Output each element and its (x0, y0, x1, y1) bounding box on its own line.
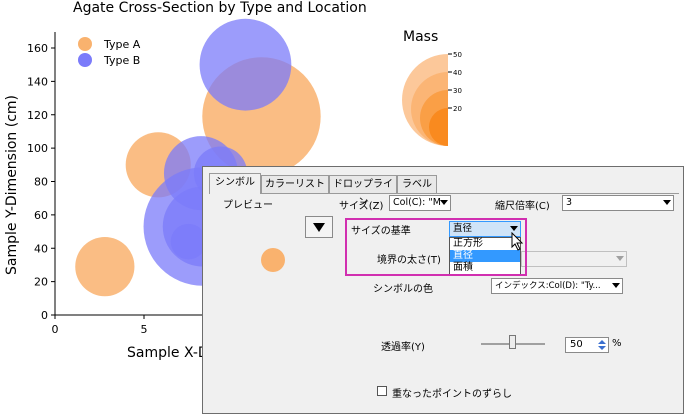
y-tick-label: 140 (27, 75, 48, 88)
legend-label-type-a: Type A (103, 38, 141, 51)
offset-overlapping-checkbox[interactable] (377, 386, 387, 396)
bubble-type-b-5 (170, 223, 207, 260)
legend: Type A Type B (78, 37, 141, 67)
scale-factor-select[interactable]: 3 (562, 195, 674, 211)
y-tick-label: 0 (41, 309, 48, 322)
chevron-down-icon (612, 283, 620, 288)
legend-label-type-b: Type B (103, 54, 140, 67)
size-basis-highlight-frame (345, 218, 527, 276)
y-tick-label: 20 (34, 276, 48, 289)
symbol-tab-panel: プレビュー サイズ(Z) Col(C): "M 縮尺倍率(C) 3 サイズの基準… (209, 193, 679, 413)
x-tick-label: 5 (141, 323, 148, 336)
y-tick-label: 80 (34, 176, 48, 189)
size-legend-tick-label: 30 (453, 87, 462, 95)
y-tick-label: 100 (27, 142, 48, 155)
spin-up-icon[interactable] (598, 340, 606, 344)
tab-color-list[interactable]: カラーリスト (261, 175, 329, 193)
tab-symbol[interactable]: シンボル (209, 173, 261, 194)
size-legend-tick-label: 20 (453, 105, 462, 113)
y-axis-ticks: 0 20 40 60 80 100 120 140 160 (27, 42, 55, 322)
chevron-down-icon (616, 256, 624, 261)
symbol-color-select[interactable]: インデックス:Col(D): "Ty... (491, 278, 623, 294)
chevron-down-icon (663, 200, 671, 205)
y-tick-label: 160 (27, 42, 48, 55)
preview-symbol (261, 248, 285, 272)
size-label: サイズ(Z) (339, 201, 384, 212)
chevron-down-icon (440, 200, 448, 205)
size-legend-title: Mass (403, 29, 438, 45)
y-axis-label: Sample Y-Dimension (cm) (4, 95, 20, 275)
transparency-spinbox[interactable]: 50 (565, 337, 609, 353)
legend-marker-type-b (78, 53, 92, 67)
tab-drop-line[interactable]: ドロップライン (329, 175, 397, 208)
y-tick-label: 60 (34, 209, 48, 222)
bubble-type-a-0 (75, 237, 135, 297)
scale-factor-value: 3 (566, 197, 573, 208)
size-legend-ticks: 50 40 30 20 (448, 51, 462, 113)
preview-area (223, 210, 299, 292)
x-axis-ticks: 05 (52, 315, 148, 336)
preview-label: プレビュー (223, 200, 273, 211)
transparency-value: 50 (570, 339, 583, 350)
scale-factor-label: 縮尺倍率(C) (495, 201, 550, 212)
symbol-gallery-button[interactable] (305, 216, 333, 238)
legend-marker-type-a (78, 37, 92, 51)
symbol-color-value: インデックス:Col(D): "Ty... (495, 281, 601, 291)
transparency-unit: % (612, 338, 622, 349)
triangle-down-icon (313, 223, 325, 232)
y-tick-label: 120 (27, 109, 48, 122)
border-width-select[interactable] (521, 251, 627, 267)
spin-down-icon[interactable] (598, 346, 606, 350)
size-legend-tick-label: 40 (453, 69, 462, 77)
bubble-type-b-0 (199, 18, 292, 111)
offset-overlapping-label: 重なったポイントのずらし (392, 389, 512, 400)
size-column-value: Col(C): "M (393, 197, 441, 208)
size-legend: Mass 50 40 30 20 (402, 29, 462, 146)
symbol-settings-dialog: シンボル カラーリスト ドロップライン ラベル プレビュー サイズ(Z) Col… (202, 166, 684, 414)
size-column-select[interactable]: Col(C): "M (389, 195, 451, 211)
y-tick-label: 40 (34, 242, 48, 255)
x-tick-label: 0 (52, 323, 59, 336)
symbol-color-label: シンボルの色 (373, 284, 433, 295)
transparency-label: 透過率(Y) (381, 342, 425, 353)
size-legend-tick-label: 50 (453, 51, 462, 59)
transparency-slider-thumb[interactable] (509, 335, 516, 349)
tab-label[interactable]: ラベル (397, 175, 437, 193)
chart-title: Agate Cross-Section by Type and Location (73, 0, 367, 16)
